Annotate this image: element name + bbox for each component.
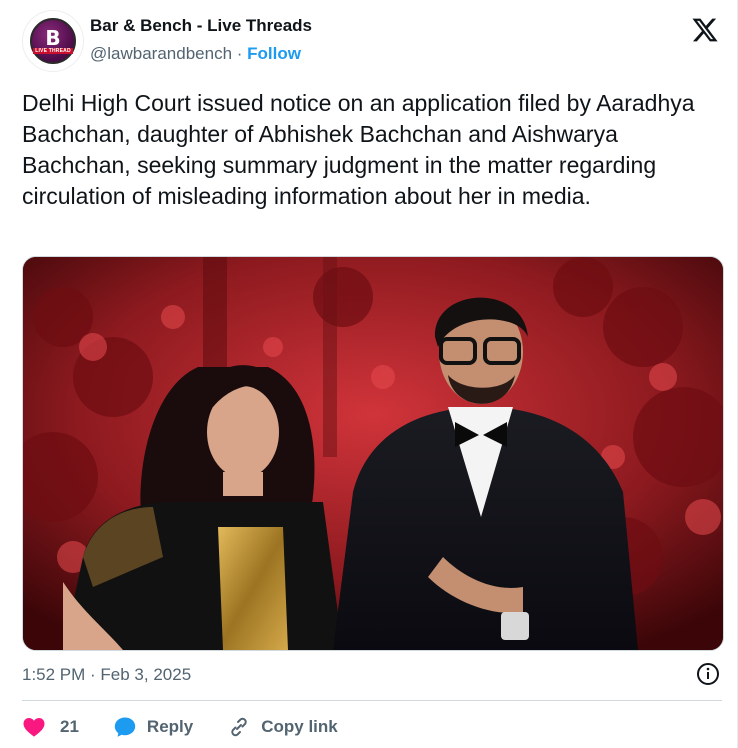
follow-button[interactable]: Follow [247, 44, 301, 63]
copy-link-label: Copy link [261, 717, 338, 736]
avatar[interactable]: B LIVE THREAD [22, 10, 84, 72]
like-button[interactable]: 21 [22, 715, 79, 739]
x-logo-icon[interactable] [690, 16, 720, 44]
action-bar: 21 Reply Copy link [22, 712, 372, 742]
account-name[interactable]: Bar & Bench - Live Threads [90, 16, 312, 36]
account-handle[interactable]: @lawbarandbench [90, 44, 232, 63]
reply-label: Reply [146, 717, 194, 736]
reply-button[interactable]: Reply [113, 715, 193, 739]
divider [22, 700, 722, 701]
tweet-text: Delhi High Court issued notice on an app… [22, 90, 695, 209]
speech-bubble-icon [114, 717, 136, 737]
copy-link-button[interactable]: Copy link [227, 715, 338, 739]
tweet-timestamp[interactable]: 1:52 PM · Feb 3, 2025 [22, 665, 191, 684]
avatar-letter: B [45, 25, 61, 50]
heart-icon [23, 718, 45, 737]
handle-separator: · [232, 44, 248, 63]
photo-illustration [23, 257, 723, 650]
link-icon [231, 717, 247, 737]
timestamp-row: 1:52 PM · Feb 3, 2025 [22, 662, 722, 688]
handle-line: @lawbarandbench · Follow [90, 44, 301, 64]
tweet-card: B LIVE THREAD Bar & Bench - Live Threads… [0, 0, 738, 748]
tweet-photo[interactable] [22, 256, 724, 651]
info-icon[interactable] [696, 662, 720, 686]
like-count: 21 [60, 717, 79, 736]
tweet-header: B LIVE THREAD Bar & Bench - Live Threads… [22, 10, 722, 80]
avatar-caption: LIVE THREAD [33, 47, 73, 54]
avatar-logo: B LIVE THREAD [30, 18, 76, 64]
